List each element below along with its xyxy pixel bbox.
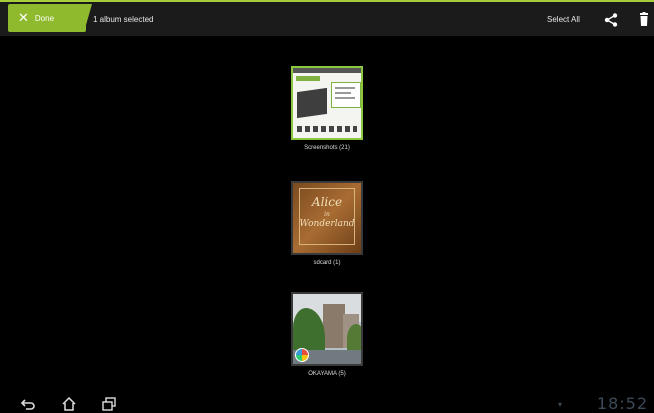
select-all-button[interactable]: Select All — [547, 15, 580, 24]
album-thumbnail[interactable]: Alice in Wonderland — [291, 181, 363, 255]
album-thumbnail[interactable] — [291, 66, 363, 140]
done-button-tail — [84, 4, 92, 32]
done-button[interactable]: ✕ Done — [8, 4, 86, 32]
close-icon: ✕ — [18, 10, 29, 25]
cover-subtitle: Wonderland — [299, 219, 355, 229]
cover-in: in — [324, 211, 330, 218]
album-item[interactable]: Screenshots (21) — [0, 66, 654, 151]
wifi-icon: ▾ — [557, 400, 562, 409]
system-bar: ▾ 18:52 — [0, 393, 654, 413]
album-label: Screenshots (21) — [304, 145, 350, 151]
clock: 18:52 — [596, 394, 648, 413]
share-icon[interactable] — [604, 13, 618, 27]
album-label: sdcard (1) — [313, 260, 341, 266]
picasa-icon — [295, 348, 309, 362]
home-icon[interactable] — [61, 397, 77, 411]
album-item[interactable]: Alice in Wonderland sdcard (1) — [0, 181, 654, 266]
album-label: OKAYAMA (5) — [308, 371, 346, 377]
done-label: Done — [34, 13, 55, 23]
album-item[interactable]: OKAYAMA (5) — [0, 292, 654, 377]
cover-title: Alice — [311, 195, 343, 209]
trash-icon[interactable] — [638, 12, 650, 27]
back-icon[interactable] — [20, 397, 36, 411]
selection-count: 1 album selected — [93, 15, 154, 24]
recent-apps-icon[interactable] — [101, 397, 117, 411]
action-bar: ✕ Done 1 album selected Select All — [0, 0, 654, 36]
album-thumbnail[interactable] — [291, 292, 363, 366]
